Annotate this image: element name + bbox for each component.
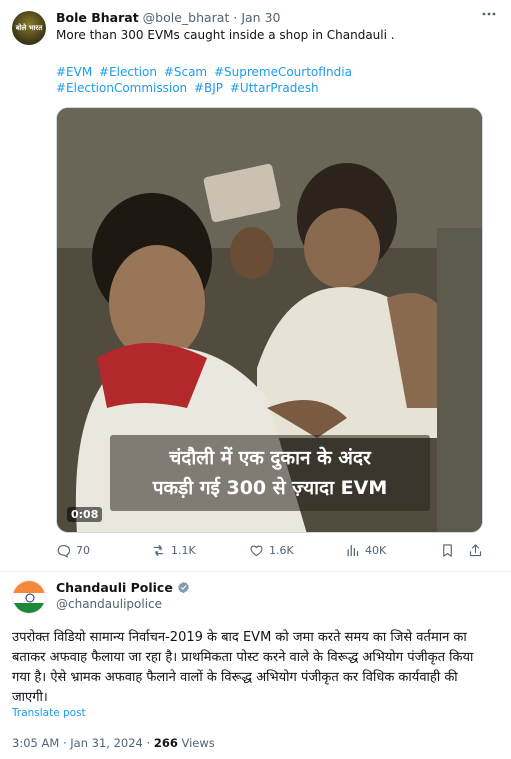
- verified-badge-icon: [177, 581, 189, 594]
- views-label: Views: [181, 736, 215, 750]
- video-caption: चंदौली में एक दुकान के अंदर पकड़ी गई 300…: [110, 435, 430, 511]
- views-count: 266: [153, 736, 178, 750]
- post-date[interactable]: Jan 30: [241, 10, 280, 25]
- tweet-text: उपरोक्त विडियो सामान्य निर्वाचन-2019 के …: [12, 630, 474, 705]
- ellipsis-icon: [482, 12, 496, 16]
- tweet-text: More than 300 EVMs caught inside a shop …: [56, 28, 395, 42]
- share-button[interactable]: [468, 543, 488, 558]
- hashtag-link[interactable]: #UttarPradesh: [230, 81, 319, 95]
- more-options-button[interactable]: [481, 6, 497, 26]
- hashtag-link[interactable]: #ElectionCommission: [56, 81, 187, 95]
- separator: ·: [62, 736, 67, 750]
- separator: ·: [233, 10, 238, 25]
- tweet-header: Bole Bharat @bole_bharat · Jan 30: [56, 10, 280, 25]
- heart-icon: [250, 545, 263, 557]
- author-name[interactable]: Chandauli Police: [56, 580, 173, 595]
- reply-button[interactable]: 70: [56, 543, 90, 558]
- tweet-chandauli-police[interactable]: Chandauli Police @chandaulipolice उपरोक्…: [0, 572, 511, 759]
- bookmark-button[interactable]: [440, 543, 460, 558]
- post-timestamp: 3:05 AM · Jan 31, 2024 · 266 Views: [12, 736, 215, 750]
- avatar[interactable]: [12, 580, 46, 614]
- video-timecode: 0:08: [67, 507, 103, 522]
- caption-line: पकड़ी गई 300 से ज़्यादा EVM: [152, 477, 388, 499]
- india-flag-icon: [13, 581, 45, 613]
- caption-line: चंदौली में एक दुकान के अंदर: [169, 447, 371, 469]
- reply-icon: [57, 544, 71, 558]
- author-handle[interactable]: @chandaulipolice: [56, 597, 162, 611]
- repost-count: 1.1K: [171, 544, 196, 557]
- author-name[interactable]: Bole Bharat: [56, 10, 139, 25]
- views-button[interactable]: 40K: [345, 543, 386, 558]
- hashtag-link[interactable]: #BJP: [194, 81, 223, 95]
- analytics-icon: [347, 544, 359, 557]
- author-name-row: Chandauli Police: [56, 580, 190, 595]
- translate-post-link[interactable]: Translate post: [12, 707, 86, 719]
- share-icon: [469, 544, 482, 557]
- hashtag-link[interactable]: #SupremeCourtofIndia: [214, 65, 352, 79]
- repost-icon: [153, 544, 164, 557]
- repost-button[interactable]: 1.1K: [151, 543, 196, 558]
- author-handle[interactable]: @bole_bharat: [143, 10, 230, 25]
- hashtag-link[interactable]: #EVM: [56, 65, 92, 79]
- tweet-bole-bharat[interactable]: बोले भारत Bole Bharat @bole_bharat · Jan…: [0, 0, 511, 572]
- hashtag-link[interactable]: #Scam: [164, 65, 207, 79]
- avatar-logo: बोले भारत: [15, 24, 43, 32]
- bookmark-icon: [443, 544, 452, 557]
- video-player[interactable]: चंदौली में एक दुकान के अंदर पकड़ी गई 300…: [56, 107, 483, 533]
- views-count: 40K: [365, 544, 387, 557]
- hashtag-link[interactable]: #Election: [99, 65, 157, 79]
- reply-count: 70: [76, 544, 90, 557]
- avatar[interactable]: बोले भारत: [12, 11, 46, 45]
- like-button[interactable]: 1.6K: [249, 543, 294, 558]
- post-date[interactable]: Jan 31, 2024: [70, 736, 143, 750]
- hashtag-list: #EVM #Election #Scam #SupremeCourtofIndi…: [56, 64, 476, 96]
- post-time[interactable]: 3:05 AM: [12, 736, 59, 750]
- action-bar: 70 1.1K 1.6K 40K: [56, 543, 496, 561]
- separator: ·: [146, 736, 151, 750]
- like-count: 1.6K: [269, 544, 294, 557]
